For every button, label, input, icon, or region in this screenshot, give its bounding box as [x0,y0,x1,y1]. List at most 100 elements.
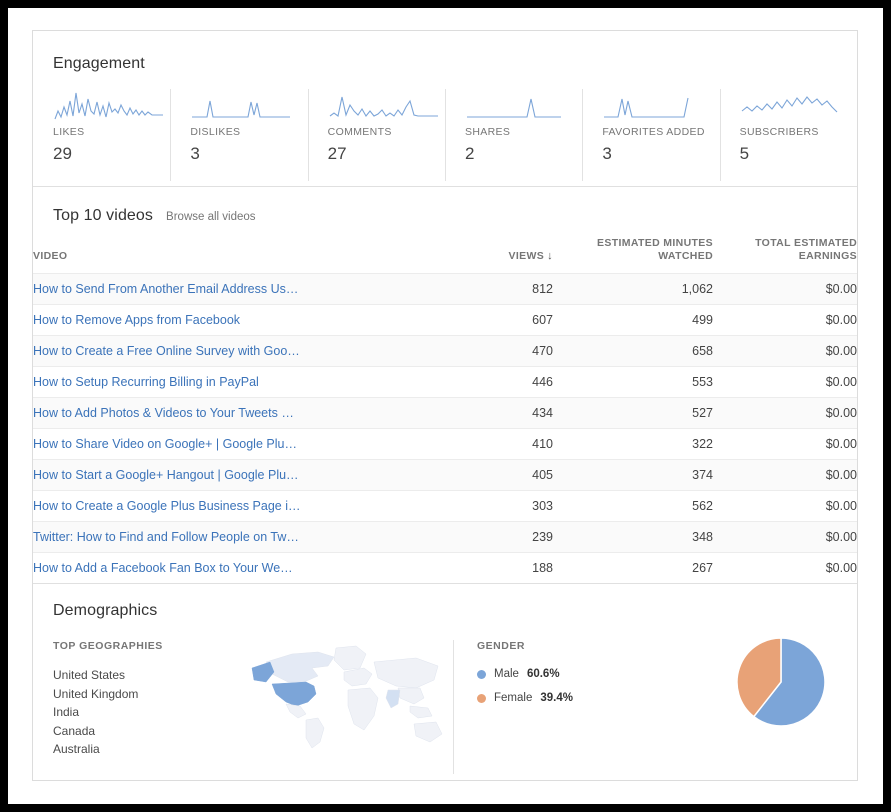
sparkline-icon [192,100,291,118]
earnings-cell: $0.00 [713,459,857,491]
minutes-cell: 1,062 [553,273,713,305]
video-title-link[interactable]: How to Add Photos & Videos to Your Tweet… [33,406,433,420]
views-cell: 812 [433,273,553,305]
sparkline-icon [466,98,561,118]
metric-label: LIKES [53,126,85,138]
video-title-link[interactable]: How to Create a Free Online Survey with … [33,344,433,358]
table-row[interactable]: How to Setup Recurring Billing in PayPal… [33,366,857,398]
minutes-cell: 374 [553,459,713,491]
minutes-cell: 322 [553,428,713,460]
video-title-link[interactable]: How to Create a Google Plus Business Pag… [33,499,433,513]
earnings-cell: $0.00 [713,552,857,584]
video-title-link[interactable]: Twitter: How to Find and Follow People o… [33,530,433,544]
top-videos-section: Top 10 videos Browse all videos VIDEO VI… [33,187,857,584]
metric-subscribers[interactable]: SUBSCRIBERS 5 [719,89,857,181]
video-title-link[interactable]: How to Start a Google+ Hangout | Google … [33,468,433,482]
views-cell: 434 [433,397,553,429]
sparkline-icon [741,96,838,113]
minutes-cell: 348 [553,521,713,553]
metric-shares[interactable]: SHARES 2 [444,89,582,181]
video-title-cell: How to Create a Free Online Survey with … [33,335,433,367]
video-title-cell: How to Create a Google Plus Business Pag… [33,490,433,522]
metric-value: 3 [190,144,200,163]
video-title-cell: How to Start a Google+ Hangout | Google … [33,459,433,491]
table-row[interactable]: How to Remove Apps from Facebook 607 499… [33,304,857,336]
metric-value: 3 [602,144,612,163]
video-title-cell: How to Setup Recurring Billing in PayPal [33,366,433,398]
legend-color-dot-female [477,693,486,703]
table-row[interactable]: How to Start a Google+ Hangout | Google … [33,459,857,491]
metric-value: 29 [53,144,72,163]
engagement-metrics: LIKES 29 DISLIKES 3 COMMENTS 27 SHARES 2… [33,89,857,181]
video-title-link[interactable]: How to Share Video on Google+ | Google P… [33,437,433,451]
column-header-video[interactable]: VIDEO [33,231,433,274]
table-row[interactable]: How to Create a Google Plus Business Pag… [33,490,857,522]
metric-value: 27 [327,144,347,163]
gender-panel: GENDER Male 60.6% Female 39.4% [453,637,857,774]
top-videos-title: Top 10 videos [53,207,154,224]
engagement-title: Engagement [53,55,145,72]
earnings-cell: $0.00 [713,521,857,553]
browse-all-videos-link[interactable]: Browse all videos [166,211,255,223]
metric-label: COMMENTS [327,126,392,138]
table-row[interactable]: How to Create a Free Online Survey with … [33,335,857,367]
table-row[interactable]: How to Add Photos & Videos to Your Tweet… [33,397,857,429]
top-videos-table: VIDEO VIEWS ↓ ESTIMATED MINUTES WATCHED T… [33,231,857,584]
engagement-section: Engagement LIKES 29 DISLIKES 3 COMMENTS … [33,31,857,186]
column-header-views[interactable]: VIEWS ↓ [433,231,553,274]
column-header-views-label: VIEWS [508,249,545,262]
top-videos-header: Top 10 videos Browse all videos [33,187,857,231]
metric-likes[interactable]: LIKES 29 [33,89,170,181]
metric-value: 5 [739,144,750,163]
video-title-cell: How to Add Photos & Videos to Your Tweet… [33,397,433,429]
earnings-cell: $0.00 [713,397,857,429]
gender-pie-chart [736,637,826,727]
sparkline-icon [604,97,689,118]
earnings-cell: $0.00 [713,428,857,460]
table-header-row: VIDEO VIEWS ↓ ESTIMATED MINUTES WATCHED T… [33,231,857,274]
legend-label: Female [494,692,533,705]
table-row[interactable]: How to Send From Another Email Address U… [33,273,857,305]
demographics-columns: TOP GEOGRAPHIES United States United Kin… [33,637,857,774]
earnings-cell: $0.00 [713,273,857,305]
sort-descending-arrow-icon: ↓ [547,249,553,262]
video-title-link[interactable]: How to Send From Another Email Address U… [33,282,433,296]
metric-dislikes[interactable]: DISLIKES 3 [170,89,307,181]
metric-favorites-added[interactable]: FAVORITES ADDED 3 [582,89,719,181]
metric-label: SHARES [464,126,511,138]
metric-comments[interactable]: COMMENTS 27 [307,89,445,181]
views-cell: 405 [433,459,553,491]
views-cell: 188 [433,552,553,584]
minutes-cell: 527 [553,397,713,429]
analytics-card: Engagement LIKES 29 DISLIKES 3 COMMENTS … [32,30,858,781]
table-row[interactable]: How to Add a Facebook Fan Box to Your We… [33,552,857,584]
table-row[interactable]: How to Share Video on Google+ | Google P… [33,428,857,460]
video-title-cell: How to Remove Apps from Facebook [33,304,433,336]
video-title-link[interactable]: How to Setup Recurring Billing in PayPal [33,375,433,389]
views-cell: 607 [433,304,553,336]
legend-percent: 39.4% [540,692,573,705]
minutes-cell: 553 [553,366,713,398]
screenshot-frame: Engagement LIKES 29 DISLIKES 3 COMMENTS … [8,8,883,804]
views-cell: 446 [433,366,553,398]
table-row[interactable]: Twitter: How to Find and Follow People o… [33,521,857,553]
metric-label: FAVORITES ADDED [602,126,705,138]
top-geographies-panel: TOP GEOGRAPHIES United States United Kin… [33,640,453,759]
video-title-cell: Twitter: How to Find and Follow People o… [33,521,433,553]
views-cell: 410 [433,428,553,460]
world-map-icon [251,645,443,749]
legend-label: Male [494,668,519,681]
metric-label: DISLIKES [190,126,241,138]
earnings-cell: $0.00 [713,490,857,522]
demographics-title: Demographics [53,602,158,620]
video-title-cell: How to Send From Another Email Address U… [33,273,433,305]
demographics-section: Demographics TOP GEOGRAPHIES United Stat… [33,584,857,794]
column-header-total-estimated-earnings[interactable]: TOTAL ESTIMATED EARNINGS [713,231,857,274]
earnings-cell: $0.00 [713,366,857,398]
video-title-link[interactable]: How to Remove Apps from Facebook [33,313,433,327]
earnings-cell: $0.00 [713,335,857,367]
table-body: How to Send From Another Email Address U… [33,273,857,584]
video-title-link[interactable]: How to Add a Facebook Fan Box to Your We… [33,561,433,575]
column-header-estimated-minutes-watched[interactable]: ESTIMATED MINUTES WATCHED [553,231,713,274]
minutes-cell: 658 [553,335,713,367]
